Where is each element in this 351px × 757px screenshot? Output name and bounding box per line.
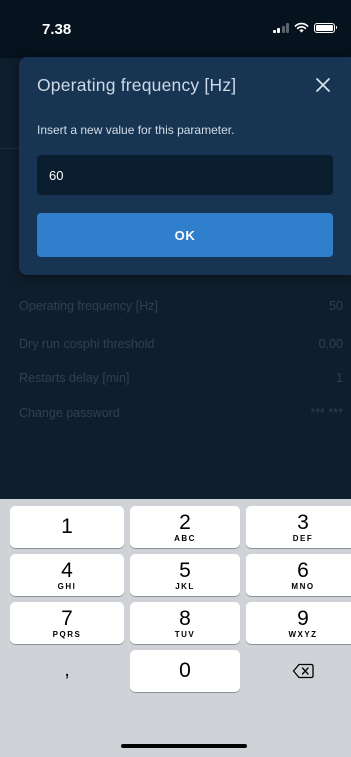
edit-parameter-dialog: Operating frequency [Hz] Insert a new va… [19,57,351,275]
key-8[interactable]: 8 TUV [130,602,240,644]
param-value: 50 [329,299,343,313]
param-label: Change password [19,406,120,420]
key-3[interactable]: 3 DEF [246,506,351,548]
key-6[interactable]: 6 MNO [246,554,351,596]
key-2[interactable]: 2 ABC [130,506,240,548]
home-indicator [121,744,247,748]
status-bar: 7.38 [0,0,351,58]
param-row-dry-run-cosphi: Dry run cosphi threshold 0.00 [19,337,343,351]
param-label: Operating frequency [Hz] [19,299,158,313]
param-label: Restarts delay [min] [19,371,130,385]
param-label: Dry run cosphi threshold [19,337,155,351]
param-value: *** *** [310,406,343,420]
key-7[interactable]: 7 PQRS [10,602,124,644]
status-icons [272,22,337,33]
key-comma[interactable]: , [10,650,124,692]
key-1[interactable]: 1 [10,506,124,548]
key-0[interactable]: 0 [130,650,240,692]
param-row-operating-frequency: Operating frequency [Hz] 50 [19,299,343,313]
signal-icon [272,22,289,33]
key-4[interactable]: 4 GHI [10,554,124,596]
backspace-key[interactable] [246,650,351,692]
param-row-restarts-delay: Restarts delay [min] 1 [19,371,343,385]
param-row-change-password: Change password *** *** [19,406,343,420]
backspace-icon [292,663,314,679]
numeric-keyboard: 1 2 ABC 3 DEF 4 GHI 5 JKL 6 MNO 7 PQRS 8… [0,499,351,757]
close-icon[interactable] [313,75,333,95]
key-5[interactable]: 5 JKL [130,554,240,596]
status-time: 7.38 [42,21,72,38]
parameter-value-input[interactable] [37,155,333,195]
battery-icon [314,22,337,33]
key-9[interactable]: 9 WXYZ [246,602,351,644]
param-value: 0.00 [318,337,343,351]
ok-button[interactable]: OK [37,213,333,257]
wifi-icon [294,22,309,33]
dialog-subtitle: Insert a new value for this parameter. [37,123,235,137]
dialog-title: Operating frequency [Hz] [37,75,237,95]
param-value: 1 [336,371,343,385]
